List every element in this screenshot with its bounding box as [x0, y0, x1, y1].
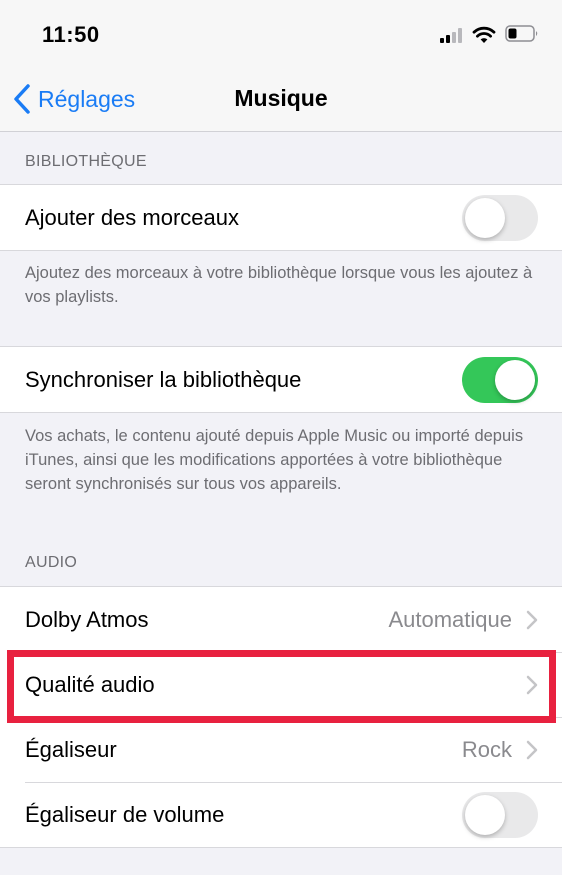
add-songs-label: Ajouter des morceaux — [25, 204, 239, 230]
cellular-signal-icon — [440, 28, 466, 43]
page-title: Musique — [234, 85, 328, 111]
chevron-right-icon — [526, 740, 538, 759]
dolby-atmos-value: Automatique — [388, 606, 512, 632]
status-time: 11:50 — [42, 22, 100, 47]
chevron-right-icon — [526, 675, 538, 694]
dolby-atmos-row[interactable]: Dolby Atmos Automatique — [0, 587, 562, 652]
group-audio: Dolby Atmos Automatique Qualité audio Ég… — [0, 586, 562, 848]
volume-equalizer-toggle[interactable] — [462, 791, 538, 838]
sync-library-label: Synchroniser la bibliothèque — [25, 366, 302, 392]
section-header-library: BIBLIOTHÈQUE — [25, 153, 147, 170]
status-bar: 11:50 — [0, 0, 562, 66]
add-songs-toggle[interactable] — [462, 194, 538, 241]
add-songs-footer: Ajoutez des morceaux à votre bibliothèqu… — [25, 264, 533, 306]
navigation-bar: Réglages Musique — [0, 66, 562, 132]
wifi-icon — [472, 26, 496, 43]
sync-library-footer: Vos achats, le contenu ajouté depuis App… — [25, 427, 524, 493]
toggle-knob — [465, 794, 505, 835]
equalizer-label: Égaliseur — [25, 736, 117, 762]
group-sync-library: Synchroniser la bibliothèque — [0, 346, 562, 413]
add-songs-row: Ajouter des morceaux — [0, 185, 562, 250]
audio-quality-label: Qualité audio — [25, 671, 155, 697]
dolby-atmos-label: Dolby Atmos — [25, 606, 149, 632]
equalizer-value: Rock — [461, 736, 512, 762]
section-header-audio: AUDIO — [25, 554, 78, 571]
toggle-knob — [465, 197, 505, 238]
volume-equalizer-row: Égaliseur de volume — [0, 782, 562, 847]
battery-icon — [505, 25, 538, 42]
chevron-right-icon — [526, 610, 538, 629]
equalizer-row[interactable]: Égaliseur Rock — [0, 717, 562, 782]
audio-quality-row[interactable]: Qualité audio — [0, 652, 562, 717]
volume-equalizer-label: Égaliseur de volume — [25, 801, 225, 827]
group-add-songs: Ajouter des morceaux — [0, 184, 562, 251]
sync-library-row: Synchroniser la bibliothèque — [0, 347, 562, 412]
toggle-knob — [495, 359, 535, 400]
settings-screen: 11:50 Réglages Musique BIBLIOTHÈQUE Ajou… — [0, 0, 562, 875]
sync-library-toggle[interactable] — [462, 356, 538, 403]
